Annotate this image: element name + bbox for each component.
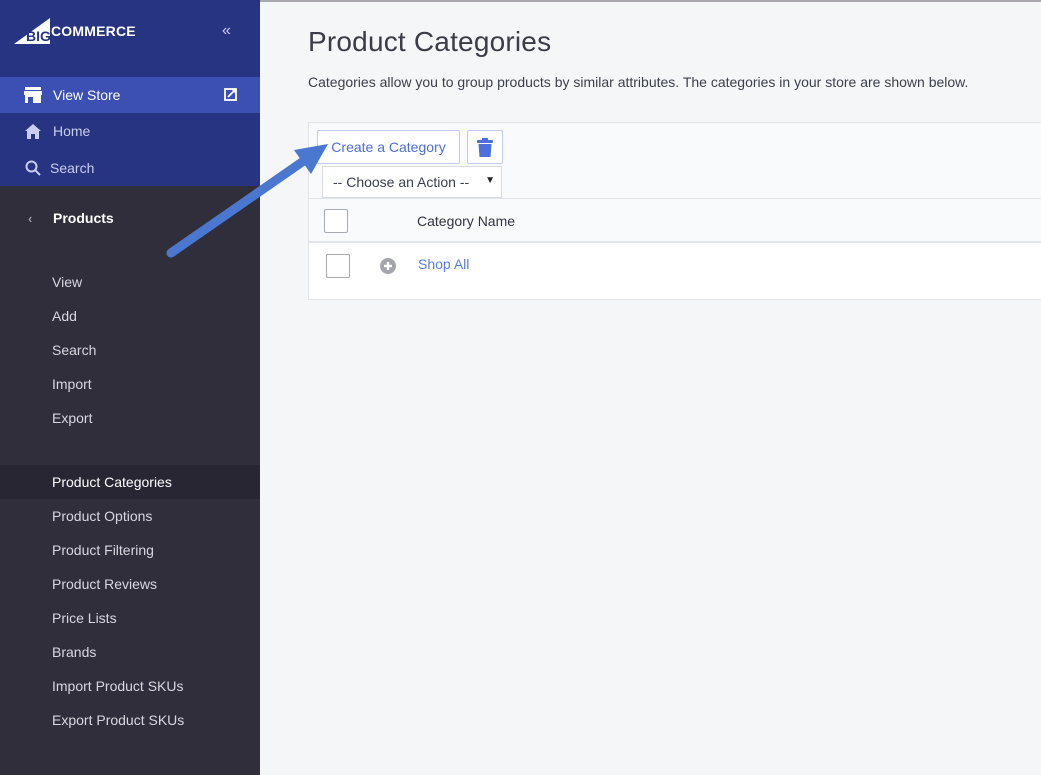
bigcommerce-logo[interactable]: BIG COMMERCE	[14, 18, 136, 44]
sidebar-item-label: Search	[50, 160, 95, 176]
sidebar-subitem-import-product-skus[interactable]: Import Product SKUs	[0, 669, 260, 703]
trash-icon	[477, 137, 493, 157]
column-header-category-name[interactable]: Category Name	[417, 213, 515, 229]
page-title: Product Categories	[308, 26, 552, 57]
categories-panel: Create a Category -- Choose an Action --…	[308, 122, 1041, 300]
page-description: Categories allow you to group products b…	[308, 74, 969, 90]
choose-action-value: -- Choose an Action --	[333, 174, 470, 190]
sidebar-subitem-product-options[interactable]: Product Options	[0, 499, 260, 533]
external-link-icon[interactable]	[224, 88, 237, 101]
sidebar-subitem-export[interactable]: Export	[0, 401, 260, 435]
table-header: Category Name	[309, 200, 1041, 243]
sidebar-subitem-product-reviews[interactable]: Product Reviews	[0, 567, 260, 601]
sidebar-item-home[interactable]: Home	[0, 113, 260, 149]
svg-text:BIG: BIG	[26, 28, 51, 44]
sidebar-subitem-import[interactable]: Import	[0, 367, 260, 401]
row-checkbox[interactable]	[326, 254, 350, 278]
search-icon	[24, 159, 42, 177]
delete-button[interactable]	[467, 130, 503, 164]
table-row: Shop All	[309, 243, 1041, 299]
select-all-checkbox[interactable]	[324, 209, 348, 233]
sidebar-header: BIG COMMERCE « View Store Home Search	[0, 0, 260, 186]
sidebar: BIG COMMERCE « View Store Home Search ‹	[0, 0, 260, 775]
sidebar-item-view-store[interactable]: View Store	[0, 77, 260, 113]
sidebar-subitem-view[interactable]: View	[0, 265, 260, 299]
sidebar-section-products[interactable]: ‹ Products	[0, 200, 260, 236]
window-top-border	[260, 0, 1041, 2]
logo-text: COMMERCE	[51, 23, 136, 39]
create-category-button[interactable]: Create a Category	[317, 130, 460, 164]
category-link-shop-all[interactable]: Shop All	[418, 256, 469, 272]
collapse-sidebar-icon[interactable]: «	[222, 22, 231, 40]
sidebar-subitem-product-categories[interactable]: Product Categories	[0, 465, 260, 499]
sidebar-subitem-price-lists[interactable]: Price Lists	[0, 601, 260, 635]
logo-triangle-icon: BIG	[14, 18, 51, 44]
chevron-left-icon[interactable]: ‹	[28, 211, 53, 226]
store-icon	[24, 86, 42, 104]
sidebar-item-search[interactable]: Search	[0, 150, 260, 186]
toolbar: Create a Category -- Choose an Action --…	[309, 123, 1041, 199]
choose-action-select[interactable]: -- Choose an Action -- ▼	[322, 166, 502, 198]
sidebar-item-label: Home	[53, 123, 91, 139]
home-icon	[24, 122, 42, 140]
plus-circle-icon[interactable]	[380, 258, 396, 274]
sidebar-subitem-add[interactable]: Add	[0, 299, 260, 333]
sidebar-subitem-brands[interactable]: Brands	[0, 635, 260, 669]
sidebar-subitem-product-filtering[interactable]: Product Filtering	[0, 533, 260, 567]
section-title: Products	[53, 210, 114, 226]
sidebar-subitem-search[interactable]: Search	[0, 333, 260, 367]
dropdown-caret-icon: ▼	[485, 175, 495, 186]
sidebar-subitem-export-product-skus[interactable]: Export Product SKUs	[0, 703, 260, 737]
sidebar-item-label: View Store	[53, 87, 121, 103]
